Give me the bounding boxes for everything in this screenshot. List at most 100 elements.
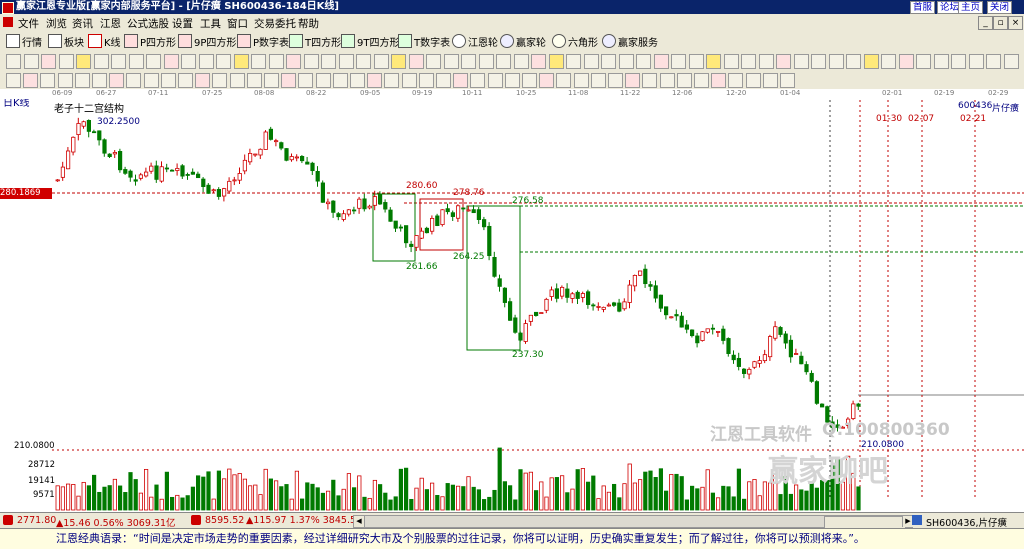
analysis-tool-icon[interactable] xyxy=(401,73,417,88)
link-home-service[interactable]: 首服 xyxy=(910,1,936,14)
drawing-tool-icon[interactable] xyxy=(863,54,879,69)
analysis-tool-icon[interactable] xyxy=(74,73,90,88)
drawing-tool-icon[interactable] xyxy=(496,54,511,69)
winner-service-button[interactable]: 赢家服务 xyxy=(602,34,658,50)
p-number-button[interactable]: P数字表 xyxy=(237,34,289,50)
drawing-tool-icon[interactable] xyxy=(181,54,196,69)
chart-scrollbar[interactable]: ◀ ▶ xyxy=(353,515,913,529)
drawing-tool-icon[interactable] xyxy=(846,54,861,69)
analysis-tool-icon[interactable] xyxy=(212,73,228,88)
t-number-button[interactable]: T数字表 xyxy=(398,34,450,50)
drawing-tool-icon[interactable] xyxy=(776,54,791,69)
analysis-tool-icon[interactable] xyxy=(780,73,795,88)
menu-tools[interactable]: 工具 xyxy=(200,16,221,31)
analysis-tool-icon[interactable] xyxy=(6,73,21,88)
drawing-tool-icon[interactable] xyxy=(286,54,301,69)
drawing-tool-icon[interactable] xyxy=(146,54,161,69)
analysis-tool-icon[interactable] xyxy=(608,73,623,88)
analysis-tool-icon[interactable] xyxy=(384,73,400,88)
analysis-tool-icon[interactable] xyxy=(229,73,245,88)
scroll-left-icon[interactable]: ◀ xyxy=(354,516,365,527)
drawing-tool-icon[interactable] xyxy=(338,54,354,69)
drawing-tool-icon[interactable] xyxy=(583,54,599,69)
analysis-tool-icon[interactable] xyxy=(539,73,555,88)
analysis-tool-icon[interactable] xyxy=(57,73,73,88)
analysis-tool-icon[interactable] xyxy=(676,73,692,88)
analysis-tool-icon[interactable] xyxy=(642,73,658,88)
drawing-tool-icon[interactable] xyxy=(933,54,949,69)
kline-chart[interactable]: 日K线 600436 片仔癀 老子十二宫结构 2024-01-15 01-30 … xyxy=(0,89,1024,513)
drawing-tool-icon[interactable] xyxy=(548,54,564,69)
menu-window[interactable]: 窗口 xyxy=(227,16,248,31)
sector-button[interactable]: 板块 xyxy=(48,34,84,50)
analysis-tool-icon[interactable] xyxy=(522,73,537,88)
analysis-tool-icon[interactable] xyxy=(40,73,56,88)
menu-gann[interactable]: 江恩 xyxy=(100,16,121,31)
drawing-tool-icon[interactable] xyxy=(881,54,896,69)
drawing-tool-icon[interactable] xyxy=(58,54,74,69)
analysis-tool-icon[interactable] xyxy=(160,73,176,88)
drawing-tool-icon[interactable] xyxy=(811,54,826,69)
drawing-tool-icon[interactable] xyxy=(216,54,231,69)
drawing-tool-icon[interactable] xyxy=(111,54,126,69)
drawing-tool-icon[interactable] xyxy=(303,54,319,69)
analysis-tool-icon[interactable] xyxy=(504,73,520,88)
kline-button[interactable]: K线 xyxy=(88,34,121,50)
drawing-tool-icon[interactable] xyxy=(723,54,739,69)
analysis-tool-icon[interactable] xyxy=(694,73,709,88)
drawing-tool-icon[interactable] xyxy=(198,54,214,69)
drawing-tool-icon[interactable] xyxy=(968,54,984,69)
link-homepage[interactable]: 主页 xyxy=(958,1,984,14)
analysis-tool-icon[interactable] xyxy=(264,73,279,88)
analysis-tool-icon[interactable] xyxy=(315,73,331,88)
drawing-tool-icon[interactable] xyxy=(426,54,441,69)
analysis-tool-icon[interactable] xyxy=(590,73,606,88)
drawing-tool-icon[interactable] xyxy=(408,54,424,69)
drawing-tool-icon[interactable] xyxy=(706,54,721,69)
drawing-tool-icon[interactable] xyxy=(321,54,336,69)
drawing-tool-icon[interactable] xyxy=(1003,54,1019,69)
analysis-tool-icon[interactable] xyxy=(436,73,451,88)
quotes-button[interactable]: 行情 xyxy=(6,34,42,50)
analysis-tool-icon[interactable] xyxy=(659,73,675,88)
drawing-tool-icon[interactable] xyxy=(531,54,546,69)
analysis-tool-icon[interactable] xyxy=(350,73,365,88)
menu-formula[interactable]: 公式选股 xyxy=(127,16,169,31)
gann-wheel-button[interactable]: 江恩轮 xyxy=(452,34,498,50)
analysis-tool-icon[interactable] xyxy=(281,73,297,88)
drawing-tool-icon[interactable] xyxy=(478,54,494,69)
analysis-tool-icon[interactable] xyxy=(126,73,142,88)
analysis-tool-icon[interactable] xyxy=(92,73,107,88)
9t-square-button[interactable]: 9T四方形 xyxy=(341,34,399,50)
drawing-tool-icon[interactable] xyxy=(233,54,249,69)
analysis-tool-icon[interactable] xyxy=(711,73,727,88)
analysis-tool-icon[interactable] xyxy=(418,73,434,88)
analysis-tool-icon[interactable] xyxy=(745,73,761,88)
analysis-tool-icon[interactable] xyxy=(178,73,193,88)
drawing-tool-icon[interactable] xyxy=(356,54,371,69)
close-icon[interactable]: × xyxy=(1008,16,1023,30)
drawing-tool-icon[interactable] xyxy=(793,54,809,69)
menu-browse[interactable]: 浏览 xyxy=(46,16,67,31)
drawing-tool-icon[interactable] xyxy=(23,54,39,69)
analysis-tool-icon[interactable] xyxy=(143,73,159,88)
winner-wheel-button[interactable]: 赢家轮 xyxy=(500,34,546,50)
analysis-tool-icon[interactable] xyxy=(556,73,572,88)
drawing-tool-icon[interactable] xyxy=(688,54,704,69)
drawing-tool-icon[interactable] xyxy=(41,54,56,69)
analysis-tool-icon[interactable] xyxy=(625,73,641,88)
analysis-tool-icon[interactable] xyxy=(367,73,383,88)
drawing-tool-icon[interactable] xyxy=(163,54,179,69)
drawing-tool-icon[interactable] xyxy=(758,54,774,69)
drawing-tool-icon[interactable] xyxy=(898,54,914,69)
menu-trade[interactable]: 交易委托 xyxy=(254,16,296,31)
analysis-tool-icon[interactable] xyxy=(332,73,348,88)
drawing-tool-icon[interactable] xyxy=(986,54,1001,69)
minimize-icon[interactable]: _ xyxy=(978,16,993,30)
drawing-tool-icon[interactable] xyxy=(618,54,634,69)
analysis-tool-icon[interactable] xyxy=(762,73,778,88)
menu-help[interactable]: 帮助 xyxy=(298,16,319,31)
drawing-tool-icon[interactable] xyxy=(601,54,616,69)
link-close[interactable]: 关闭 xyxy=(987,1,1013,14)
drawing-tool-icon[interactable] xyxy=(566,54,581,69)
